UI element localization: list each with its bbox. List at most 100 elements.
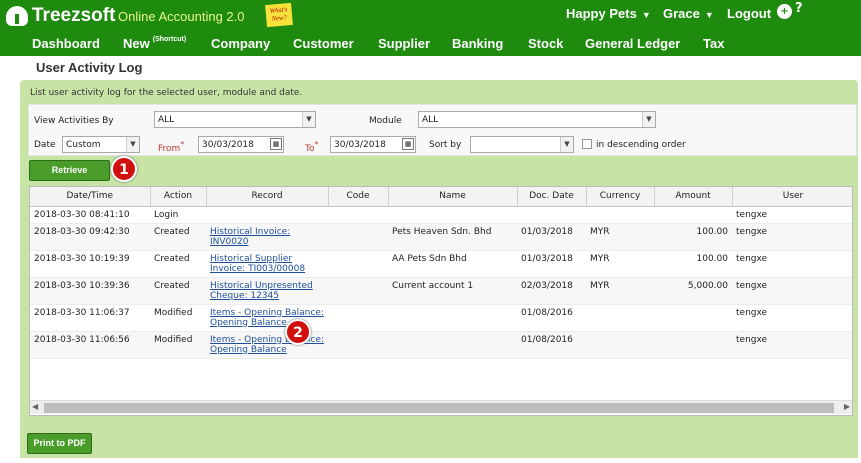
tree-logo-icon: [6, 6, 28, 26]
col-header-currency[interactable]: Currency: [586, 187, 655, 207]
view-by-select[interactable]: ALL ▼: [154, 111, 316, 128]
date-range-select[interactable]: Custom ▼: [62, 136, 140, 153]
cell-amount: [654, 331, 732, 359]
cell-name: [388, 331, 517, 359]
cell-datetime: 2018-03-30 08:41:10: [30, 206, 150, 224]
chevron-down-icon: ▼: [126, 137, 139, 152]
cell-user: tengxe: [732, 250, 852, 278]
view-by-value: ALL: [158, 115, 175, 125]
cell-action: Login: [150, 206, 206, 224]
nav-general-ledger[interactable]: General Ledger: [585, 36, 680, 51]
nav-supplier[interactable]: Supplier: [378, 36, 430, 51]
col-header-name[interactable]: Name: [388, 187, 518, 207]
nav-company[interactable]: Company: [211, 36, 270, 51]
cell-user: tengxe: [732, 223, 852, 251]
chevron-down-icon: ▼: [641, 10, 651, 20]
nav-new-shortcut[interactable]: (Shortcut): [153, 36, 186, 43]
user-menu-label: Grace: [663, 6, 700, 21]
activity-log-grid: Date/Time Action Record Code Name Doc. D…: [29, 186, 853, 416]
view-by-label: View Activities By: [34, 116, 114, 126]
print-to-pdf-button[interactable]: Print to PDF: [27, 433, 92, 454]
page-title: User Activity Log: [36, 60, 143, 75]
from-label: From*: [158, 140, 184, 154]
cell-amount: [654, 206, 732, 224]
cell-name: Current account 1: [388, 277, 517, 305]
to-date-input[interactable]: 30/03/2018 ▦: [330, 136, 416, 153]
company-menu-label: Happy Pets: [566, 6, 637, 21]
table-row[interactable]: 2018-03-30 09:42:30 Created Historical I…: [30, 223, 852, 251]
user-profile-icon[interactable]: +: [777, 4, 792, 19]
col-header-doc-date[interactable]: Doc. Date: [517, 187, 587, 207]
table-row[interactable]: 2018-03-30 08:41:10 Login tengxe: [30, 206, 852, 224]
horizontal-scrollbar[interactable]: ◀ ▶: [30, 400, 852, 414]
retrieve-button[interactable]: Retrieve: [29, 160, 110, 181]
table-row[interactable]: 2018-03-30 10:19:39 Created Historical S…: [30, 250, 852, 278]
user-menu[interactable]: Grace ▼: [663, 6, 714, 21]
nav-tax[interactable]: Tax: [703, 36, 724, 51]
record-link[interactable]: Historical Unpresented Cheque: 12345: [210, 281, 313, 301]
sort-by-select[interactable]: ▼: [470, 136, 574, 153]
treezsoft-logo[interactable]: Treezsoft: [6, 4, 115, 28]
cell-action: Created: [150, 277, 206, 305]
record-link[interactable]: Historical Supplier Invoice: TI003/00008: [210, 254, 305, 274]
nav-customer[interactable]: Customer: [293, 36, 354, 51]
sort-by-label: Sort by: [429, 140, 462, 150]
module-select[interactable]: ALL ▼: [418, 111, 656, 128]
cell-datetime: 2018-03-30 09:42:30: [30, 223, 150, 251]
col-header-action[interactable]: Action: [150, 187, 207, 207]
calendar-icon[interactable]: ▦: [270, 138, 282, 150]
col-header-amount[interactable]: Amount: [654, 187, 733, 207]
cell-record: Historical Unpresented Cheque: 12345: [206, 277, 328, 305]
col-header-datetime[interactable]: Date/Time: [30, 187, 151, 207]
cell-currency: MYR: [586, 277, 654, 305]
nav-stock[interactable]: Stock: [528, 36, 563, 51]
col-header-record[interactable]: Record: [206, 187, 329, 207]
date-range-value: Custom: [66, 140, 101, 150]
cell-code: [328, 206, 388, 224]
cell-code: [328, 277, 388, 305]
logo-text: Treezsoft: [32, 5, 116, 26]
to-label: To*: [305, 140, 318, 154]
calendar-icon[interactable]: ▦: [402, 138, 414, 150]
cell-user: tengxe: [732, 206, 852, 224]
scrollbar-thumb[interactable]: [44, 403, 834, 413]
cell-currency: [586, 331, 654, 359]
scroll-left-icon[interactable]: ◀: [32, 402, 38, 411]
table-row[interactable]: 2018-03-30 11:06:37 Modified Items - Ope…: [30, 304, 852, 332]
chevron-down-icon: ▼: [302, 112, 315, 127]
col-header-user[interactable]: User: [732, 187, 852, 207]
whats-new-note[interactable]: What's New?: [265, 2, 293, 28]
cell-amount: 100.00: [654, 223, 732, 251]
cell-code: [328, 223, 388, 251]
cell-name: [388, 206, 517, 224]
chevron-down-icon: ▼: [642, 112, 655, 127]
help-icon[interactable]: ?: [795, 1, 803, 16]
company-menu[interactable]: Happy Pets ▼: [566, 6, 651, 21]
grid-header-row: Date/Time Action Record Code Name Doc. D…: [30, 187, 852, 207]
logout-link[interactable]: Logout: [727, 6, 771, 21]
cell-amount: 100.00: [654, 250, 732, 278]
table-row[interactable]: 2018-03-30 10:39:36 Created Historical U…: [30, 277, 852, 305]
scroll-right-icon[interactable]: ▶: [844, 402, 850, 411]
cell-name: [388, 304, 517, 332]
descending-checkbox[interactable]: [582, 139, 592, 149]
record-link[interactable]: Historical Invoice: INV0020: [210, 227, 290, 247]
chevron-down-icon: ▼: [560, 137, 573, 152]
cell-currency: [586, 304, 654, 332]
table-row[interactable]: 2018-03-30 11:06:56 Modified Items - Ope…: [30, 331, 852, 359]
nav-banking[interactable]: Banking: [452, 36, 503, 51]
col-header-code[interactable]: Code: [328, 187, 389, 207]
from-date-input[interactable]: 30/03/2018 ▦: [198, 136, 284, 153]
cell-currency: MYR: [586, 223, 654, 251]
cell-action: Created: [150, 250, 206, 278]
nav-new[interactable]: New (Shortcut): [123, 36, 186, 51]
cell-doc-date: 01/03/2018: [517, 250, 586, 278]
nav-dashboard[interactable]: Dashboard: [32, 36, 100, 51]
descending-label: in descending order: [596, 140, 686, 150]
cell-datetime: 2018-03-30 10:39:36: [30, 277, 150, 305]
cell-doc-date: 01/03/2018: [517, 223, 586, 251]
cell-user: tengxe: [732, 331, 852, 359]
cell-record: Historical Invoice: INV0020: [206, 223, 328, 251]
cell-record: Historical Supplier Invoice: TI003/00008: [206, 250, 328, 278]
cell-user: tengxe: [732, 277, 852, 305]
